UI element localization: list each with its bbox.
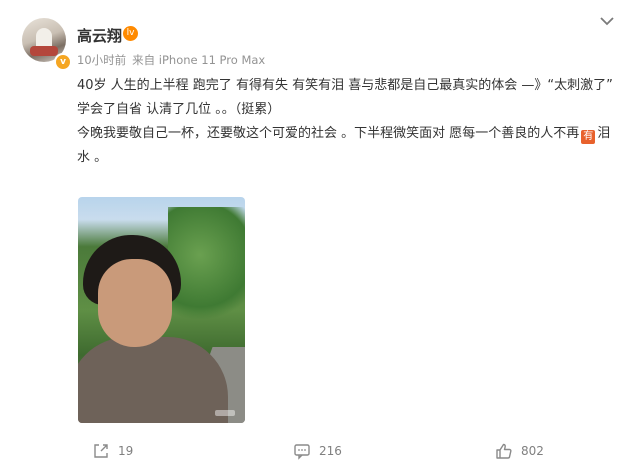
level-icon[interactable]: lv [123,26,138,41]
comment-count: 216 [319,444,342,458]
post-time[interactable]: 10小时前 [77,53,126,67]
emoji-you-icon: 有 [581,130,596,144]
post-meta: 10小时前 来自 iPhone 11 Pro Max [77,52,265,68]
post-paragraph-2: 学会了自省 认清了几位 。。（挺累） [77,102,281,117]
post-paragraph-3-text: 今晚我要敬自己一杯，还要敬这个可爱的社会 。下半程微笑面对 愿每一个善良的人不再 [77,126,580,141]
photo-face [98,259,172,347]
repost-icon [94,444,108,458]
username[interactable]: 高云翔 [77,25,122,46]
post-photo[interactable] [78,197,245,423]
action-bar: 19 216 802 [0,436,625,466]
avatar-toy-car [30,46,58,56]
post-source: 来自 iPhone 11 Pro Max [132,53,266,67]
comment-button[interactable]: 216 [293,442,342,460]
chevron-down-icon[interactable] [598,14,616,28]
photo-watermark [215,410,235,416]
verified-icon: v [54,53,72,71]
like-icon [496,443,512,459]
repost-button[interactable]: 19 [92,442,133,460]
like-count: 802 [521,444,544,458]
photo-trees [168,207,245,327]
repost-count: 19 [118,444,134,458]
comment-icon [294,444,310,460]
like-button[interactable]: 802 [495,442,544,460]
post-paragraph-1: 40岁 人生的上半程 跑完了 有得有失 有笑有泪 喜与悲都是自己最真实的体会 —… [77,78,613,93]
post-content: 40岁 人生的上半程 跑完了 有得有失 有笑有泪 喜与悲都是自己最真实的体会 —… [77,74,617,170]
photo-shirt [78,337,228,423]
post-paragraph-3: 今晚我要敬自己一杯，还要敬这个可爱的社会 。下半程微笑面对 愿每一个善良的人不再… [77,122,617,170]
